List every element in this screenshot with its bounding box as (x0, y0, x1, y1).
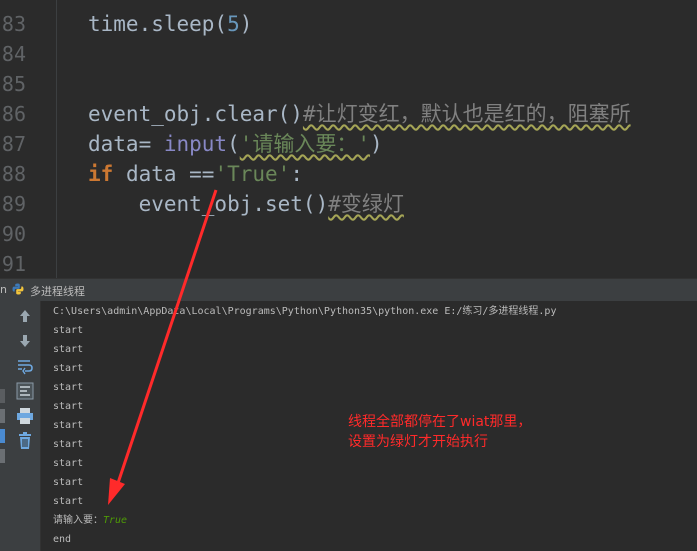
annotation-line-1: 线程全部都停在了wiat那里， (348, 414, 532, 430)
annotation-line-2: 设置为绿灯才开始执行 (348, 434, 488, 450)
console-line: start (53, 458, 84, 469)
code-line-86[interactable]: event_obj.clear()#让灯变红，默认也是红的，阻塞所 (88, 99, 631, 129)
line-number: 88 (1, 162, 26, 186)
gutter-divider (56, 0, 57, 278)
run-config-name[interactable]: 多进程线程 (30, 283, 85, 299)
code-token: ) (239, 12, 253, 36)
console-line: start (53, 344, 84, 355)
run-toolbar (10, 301, 41, 551)
code-line-88[interactable]: if data =='True': (88, 159, 303, 189)
strip-marker (0, 389, 5, 403)
console-line: start (53, 439, 84, 450)
line-number: 90 (1, 222, 26, 246)
code-token-keyword: if (88, 162, 114, 186)
print-icon[interactable] (15, 407, 35, 425)
console-line: start (53, 496, 84, 507)
code-token-number: 5 (227, 12, 240, 36)
line-number: 83 (1, 12, 26, 36)
line-number: 85 (1, 72, 26, 96)
console-line: start (53, 477, 84, 488)
console-line: start (53, 382, 84, 393)
python-icon (12, 283, 24, 295)
code-token: ) (370, 132, 383, 156)
strip-marker (0, 449, 5, 463)
console-line: start (53, 363, 84, 374)
strip-marker (0, 409, 5, 423)
console-line: start (53, 420, 84, 431)
code-token: data == (113, 162, 215, 186)
code-token: data= (88, 132, 164, 156)
code-token-builtin: input (163, 132, 228, 156)
code-line-83[interactable]: time.sleep(5) (88, 9, 252, 39)
trash-icon[interactable] (15, 432, 35, 450)
code-comment: #变绿灯 (328, 192, 404, 216)
code-token: ( (227, 132, 240, 156)
line-number: 91 (1, 252, 26, 276)
code-line-87[interactable]: data= input('请输入要：') (88, 129, 383, 159)
annotation-note: 线程全部都停在了wiat那里， 设置为绿灯才开始执行 (348, 412, 531, 452)
console-input-line: 请输入要：True (53, 511, 127, 530)
strip-marker (0, 429, 5, 443)
console-line: start (53, 401, 84, 412)
line-number: 87 (1, 132, 26, 156)
line-number: 84 (1, 42, 26, 66)
scroll-to-end-icon[interactable] (15, 382, 35, 400)
up-arrow-icon[interactable] (15, 307, 35, 325)
code-token: time.sleep( (88, 12, 228, 36)
code-token: event_obj.clear() (88, 102, 303, 126)
console-line-end: end (53, 534, 72, 545)
soft-wrap-icon[interactable] (15, 357, 35, 375)
console-input-value: True (103, 515, 128, 526)
console-prompt: 请输入要： (53, 515, 103, 526)
code-editor[interactable]: 83 84 85 86 87 88 89 90 91 time.sleep(5)… (0, 0, 697, 278)
code-token: : (290, 162, 303, 186)
code-token-string: '请输入要：' (239, 132, 371, 156)
code-token-string: 'True' (214, 162, 291, 186)
down-arrow-icon[interactable] (15, 332, 35, 350)
console-line: start (53, 325, 84, 336)
run-panel-label: n (0, 283, 7, 296)
code-comment: #让灯变红，默认也是红的，阻塞所 (302, 102, 631, 126)
line-number: 89 (1, 192, 26, 216)
code-token: event_obj.set() (88, 192, 329, 216)
console-command: C:\Users\admin\AppData\Local\Programs\Py… (53, 306, 557, 317)
run-left-strip (0, 301, 10, 551)
code-line-89[interactable]: event_obj.set()#变绿灯 (88, 189, 404, 219)
line-number: 86 (1, 102, 26, 126)
run-panel-header: n 多进程线程 (0, 278, 697, 302)
